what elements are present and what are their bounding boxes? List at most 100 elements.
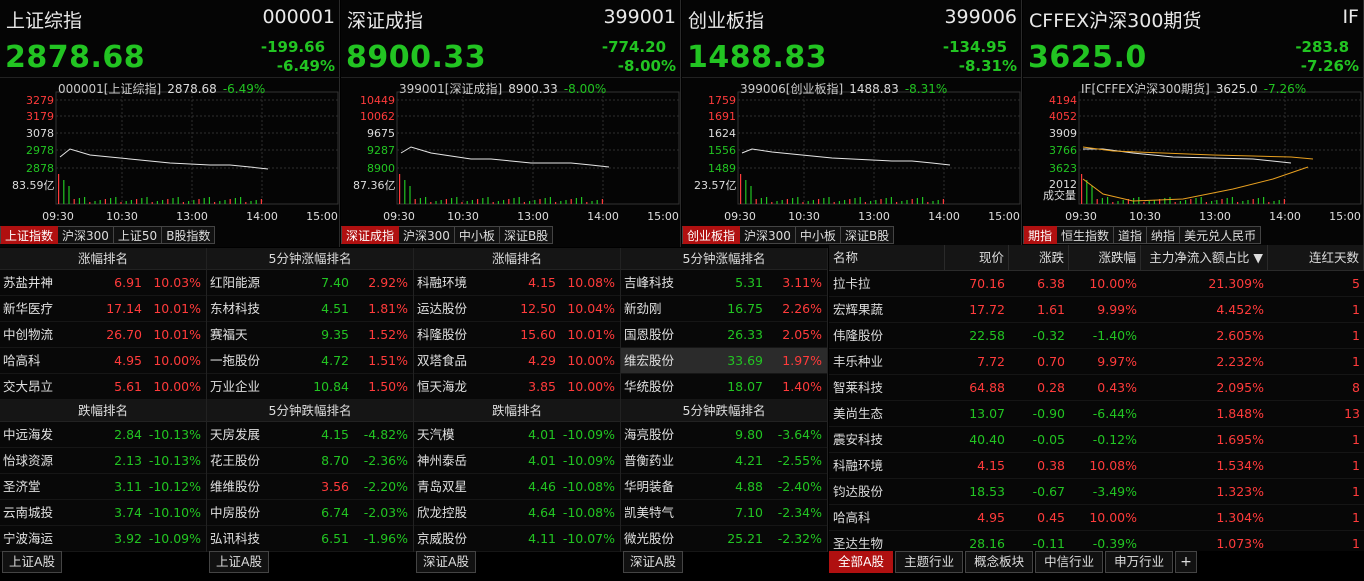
rank-row[interactable]: 科融环境 4.15 10.08%	[414, 270, 620, 296]
index-panel-IF[interactable]: CFFEX沪深300期货 IF 3625.0 -283.8 -7.26% 419…	[1023, 0, 1364, 247]
index-tab-4[interactable]: 美元兑人民币	[1180, 226, 1262, 244]
fund-flow-row[interactable]: 智莱科技 64.88 0.28 0.43% 2.095% 8	[829, 375, 1364, 401]
rank-row[interactable]: 中创物流 26.70 10.01%	[0, 322, 206, 348]
rank-row[interactable]: 苏盐井神 6.91 10.03%	[0, 270, 206, 296]
add-tab-button[interactable]: +	[1175, 551, 1197, 573]
stock-price: 12.50	[520, 301, 556, 316]
rank-row[interactable]: 天房发展 4.15 -4.82%	[207, 422, 413, 448]
index-tab-2[interactable]: 中小板	[454, 226, 500, 244]
rank-row[interactable]: 中房股份 6.74 -2.03%	[207, 500, 413, 526]
rank-row[interactable]: 青岛双星 4.46 -10.08%	[414, 474, 620, 500]
index-tab-0[interactable]: 创业板指	[682, 226, 741, 244]
index-tab-1[interactable]: 沪深300	[740, 226, 796, 244]
red-days: 8	[1352, 380, 1360, 395]
bottom-tab-sz-a-2[interactable]: 深证A股	[623, 551, 684, 573]
rank-row[interactable]: 红阳能源 7.40 2.92%	[207, 270, 413, 296]
rank-row[interactable]: 弘讯科技 6.51 -1.96%	[207, 526, 413, 552]
rank-row[interactable]: 科隆股份 15.60 10.01%	[414, 322, 620, 348]
intraday-chart[interactable]: 10449 10062 9675 9287 8900 87.36亿 09:30 10:30 13…	[341, 79, 680, 227]
intraday-chart[interactable]: 4194 4052 3909 3766 3623 成交量 2012 09:30 10:30 13:…	[1023, 79, 1362, 227]
bottom-tab-sz-a-1[interactable]: 深证A股	[416, 551, 477, 573]
index-tab-0[interactable]: 深证成指	[341, 226, 400, 244]
rank-row[interactable]: 微光股份 25.21 -2.32%	[621, 526, 827, 552]
rank-row[interactable]: 中远海发 2.84 -10.13%	[0, 422, 206, 448]
rank-row[interactable]: 赛福天 9.35 1.52%	[207, 322, 413, 348]
index-tab-1[interactable]: 恒生指数	[1057, 226, 1115, 244]
flow-tab-4[interactable]: 申万行业	[1105, 551, 1174, 573]
rank-row[interactable]: 一拖股份 4.72 1.51%	[207, 348, 413, 374]
rank-row[interactable]: 凯美特气 7.10 -2.34%	[621, 500, 827, 526]
rank-row[interactable]: 新华医疗 17.14 10.01%	[0, 296, 206, 322]
x-tick-label: 13:00	[517, 210, 549, 223]
rank-row[interactable]: 神州泰岳 4.01 -10.09%	[414, 448, 620, 474]
col-name[interactable]: 名称	[829, 245, 945, 270]
rank-row[interactable]: 新劲刚 16.75 2.26%	[621, 296, 827, 322]
flow-tab-1[interactable]: 主题行业	[895, 551, 964, 573]
index-tab-2[interactable]: 上证50	[113, 226, 163, 244]
index-tab-3[interactable]: 深证B股	[840, 226, 895, 244]
index-panel-399001[interactable]: 深证成指 399001 8900.33 -774.20 -8.00% 10449…	[341, 0, 681, 247]
rank-row[interactable]: 华明装备 4.88 -2.40%	[621, 474, 827, 500]
rank-row[interactable]: 华统股份 18.07 1.40%	[621, 374, 827, 400]
rank-row[interactable]: 交大昂立 5.61 10.00%	[0, 374, 206, 400]
intraday-chart[interactable]: 1759 1691 1624 1556 1489 23.57亿 09:30 10:30 13:0…	[682, 79, 1021, 227]
rank-row[interactable]: 普衡药业 4.21 -2.55%	[621, 448, 827, 474]
index-tab-0[interactable]: 上证指数	[0, 226, 59, 244]
rank-row[interactable]: 万业企业 10.84 1.50%	[207, 374, 413, 400]
stock-change: 0.38	[1037, 458, 1065, 473]
rank-row[interactable]: 花王股份 8.70 -2.36%	[207, 448, 413, 474]
rank-row[interactable]: 维宏股份 33.69 1.97%	[621, 348, 827, 374]
rank-row[interactable]: 维维股份 3.56 -2.20%	[207, 474, 413, 500]
index-tab-1[interactable]: 沪深300	[399, 226, 455, 244]
rank-row[interactable]: 运达股份 12.50 10.04%	[414, 296, 620, 322]
flow-tab-2[interactable]: 概念板块	[965, 551, 1034, 573]
rank-row[interactable]: 国恩股份 26.33 2.05%	[621, 322, 827, 348]
index-tab-2[interactable]: 中小板	[795, 226, 841, 244]
rank-row[interactable]: 欣龙控股 4.64 -10.08%	[414, 500, 620, 526]
col-price[interactable]: 现价	[945, 245, 1009, 270]
rank-row[interactable]: 吉峰科技 5.31 3.11%	[621, 270, 827, 296]
bottom-tab-sh-a-2[interactable]: 上证A股	[209, 551, 270, 573]
index-tab-2[interactable]: 道指	[1114, 226, 1148, 244]
red-days: 1	[1352, 458, 1360, 473]
rank-row[interactable]: 恒天海龙 3.85 10.00%	[414, 374, 620, 400]
index-panel-399006[interactable]: 创业板指 399006 1488.83 -134.95 -8.31% 1759 1…	[682, 0, 1022, 247]
col-red-days[interactable]: 连红天数	[1268, 245, 1364, 270]
index-tab-3[interactable]: 纳指	[1147, 226, 1181, 244]
flow-tab-0[interactable]: 全部A股	[829, 551, 894, 573]
rank-row[interactable]: 双塔食品 4.29 10.00%	[414, 348, 620, 374]
fund-flow-row[interactable]: 钧达股份 18.53 -0.67 -3.49% 1.323% 1	[829, 479, 1364, 505]
x-tick-label: 13:00	[1199, 210, 1231, 223]
fund-flow-row[interactable]: 拉卡拉 70.16 6.38 10.00% 21.309% 5	[829, 271, 1364, 297]
fund-flow-row[interactable]: 伟隆股份 22.58 -0.32 -1.40% 2.605% 1	[829, 323, 1364, 349]
fund-flow-row[interactable]: 美尚生态 13.07 -0.90 -6.44% 1.848% 13	[829, 401, 1364, 427]
volume-bar	[854, 198, 856, 204]
fund-flow-row[interactable]: 震安科技 40.40 -0.05 -0.12% 1.695% 1	[829, 427, 1364, 453]
fund-flow-row[interactable]: 圣达生物 28.16 -0.11 -0.39% 1.073% 1	[829, 531, 1364, 551]
stock-name: 交大昂立	[3, 379, 54, 394]
index-tab-0[interactable]: 期指	[1023, 226, 1058, 244]
rank-row[interactable]: 圣济堂 3.11 -10.12%	[0, 474, 206, 500]
fund-flow-row[interactable]: 丰乐种业 7.72 0.70 9.97% 2.232% 1	[829, 349, 1364, 375]
col-inflow-ratio[interactable]: 主力净流入额占比 ▼	[1141, 245, 1268, 270]
bottom-tab-sh-a-1[interactable]: 上证A股	[2, 551, 63, 573]
rank-row[interactable]: 怡球资源 2.13 -10.13%	[0, 448, 206, 474]
rank-row[interactable]: 宁波海运 3.92 -10.09%	[0, 526, 206, 552]
rank-row[interactable]: 云南城投 3.74 -10.10%	[0, 500, 206, 526]
intraday-chart[interactable]: 3279 3179 3078 2978 2878 83.59亿 09:30 10:30 13:0…	[0, 79, 339, 227]
flow-tab-3[interactable]: 中信行业	[1035, 551, 1104, 573]
rank-row[interactable]: 天汽模 4.01 -10.09%	[414, 422, 620, 448]
rank-row[interactable]: 京威股份 4.11 -10.07%	[414, 526, 620, 552]
fund-flow-row[interactable]: 科融环境 4.15 0.38 10.08% 1.534% 1	[829, 453, 1364, 479]
fund-flow-row[interactable]: 宏辉果蔬 17.72 1.61 9.99% 4.452% 1	[829, 297, 1364, 323]
index-panel-000001[interactable]: 上证综指 000001 2878.68 -199.66 -6.49% 3279 3…	[0, 0, 340, 247]
rank-row[interactable]: 哈高科 4.95 10.00%	[0, 348, 206, 374]
fund-flow-row[interactable]: 哈高科 4.95 0.45 10.00% 1.304% 1	[829, 505, 1364, 531]
index-tab-3[interactable]: B股指数	[162, 226, 216, 244]
index-tab-1[interactable]: 沪深300	[58, 226, 114, 244]
rank-row[interactable]: 海亮股份 9.80 -3.64%	[621, 422, 827, 448]
col-pct[interactable]: 涨跌幅	[1069, 245, 1141, 270]
rank-row[interactable]: 东材科技 4.51 1.81%	[207, 296, 413, 322]
col-change[interactable]: 涨跌	[1009, 245, 1069, 270]
index-tab-3[interactable]: 深证B股	[499, 226, 554, 244]
